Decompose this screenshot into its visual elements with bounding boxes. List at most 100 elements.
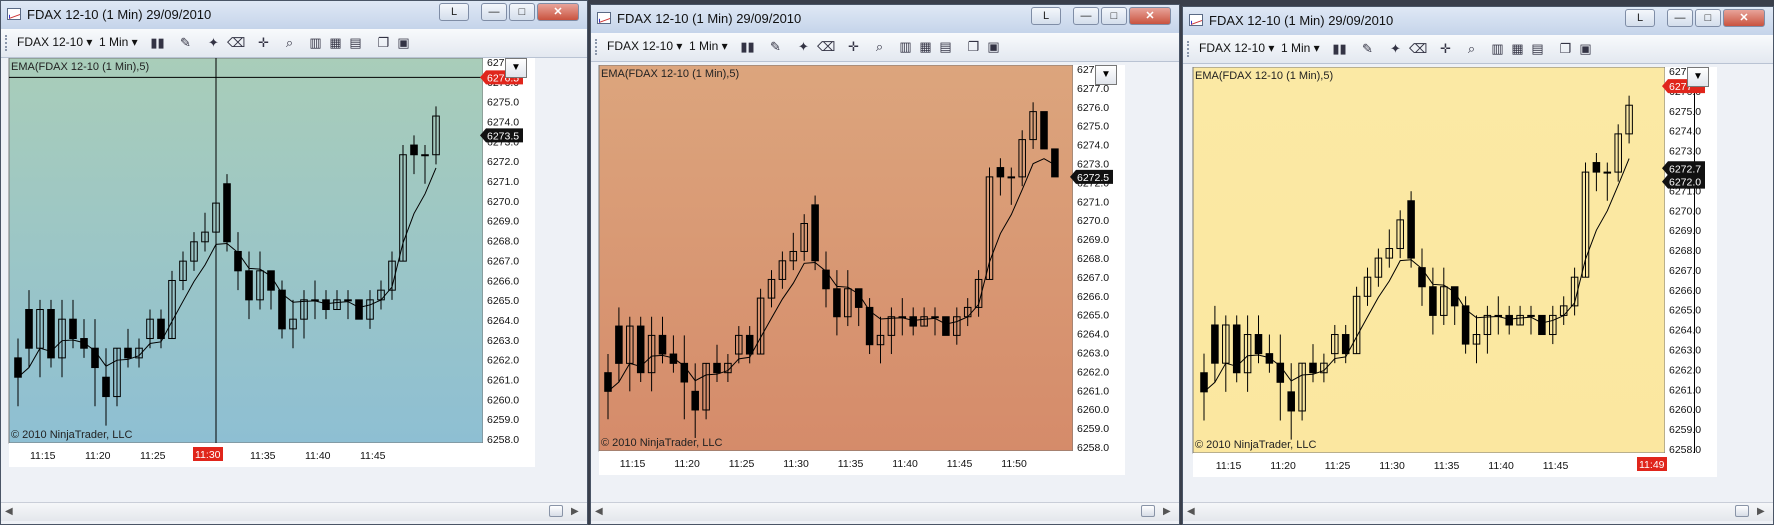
- data-box-icon[interactable]: ▣: [395, 34, 412, 51]
- candle-body: [223, 183, 231, 243]
- candle-body: [157, 318, 165, 340]
- price-chart[interactable]: 62766276.06275.06274.06273.06272.06271.0…: [1, 58, 588, 525]
- candle-body: [245, 270, 253, 301]
- scroll-left-icon[interactable]: ◀: [595, 506, 603, 517]
- interval-selector[interactable]: 1 Min ▾: [689, 39, 728, 53]
- title-bar[interactable]: FDAX 12-10 (1 Min) 29/09/2010 L — □ ✕: [591, 5, 1179, 34]
- crosshair-icon[interactable]: ✛: [1437, 40, 1454, 57]
- candle-body: [604, 372, 612, 392]
- axis-menu-button[interactable]: ▼: [1687, 67, 1709, 87]
- copyright-text: © 2010 NinjaTrader, LLC: [601, 437, 722, 449]
- price-marker-label: 6272.7: [1669, 163, 1701, 175]
- chart-toolbar: FDAX 12-10 ▾ 1 Min ▾ ▮▮ ✎ ✦ ⌫ ✛ ⌕ ▥ ▦ ▤ ❐ ▣: [1, 29, 587, 58]
- minimize-button[interactable]: —: [481, 3, 507, 21]
- data-box-icon[interactable]: ▣: [985, 38, 1002, 55]
- axis-menu-button[interactable]: ▼: [1095, 65, 1117, 85]
- candle-body: [124, 347, 132, 359]
- indicators-icon[interactable]: ▥: [307, 34, 324, 51]
- time-tick-label: 11:30: [1379, 460, 1405, 472]
- interval-selector[interactable]: 1 Min ▾: [99, 35, 138, 49]
- time-tick-label: 11:40: [892, 458, 918, 470]
- price-chart[interactable]: 62786277.06276.06275.06274.06273.06272.0…: [591, 65, 1180, 525]
- lock-button[interactable]: L: [1031, 7, 1061, 25]
- horizontal-scrollbar[interactable]: ◀ ▶: [1, 502, 587, 521]
- horizontal-scrollbar[interactable]: ◀ ▶: [1183, 502, 1773, 521]
- chevron-down-icon: ▾: [1310, 41, 1320, 55]
- zoom-icon[interactable]: ⌕: [871, 38, 888, 55]
- plot-background: [8, 58, 484, 444]
- bar-type-icon[interactable]: ▮▮: [149, 34, 166, 51]
- instrument-selector[interactable]: FDAX 12-10 ▾: [17, 35, 92, 49]
- eraser-icon[interactable]: ⌫: [227, 34, 245, 51]
- close-button[interactable]: ✕: [1129, 7, 1171, 25]
- horizontal-scrollbar[interactable]: ◀ ▶: [591, 502, 1179, 521]
- drawing-tool-icon[interactable]: ✎: [177, 34, 194, 51]
- axis-menu-button[interactable]: ▼: [505, 58, 527, 78]
- price-chart[interactable]: 62786276.06275.06274.06273.06272.06271.0…: [1183, 67, 1774, 525]
- scroll-thumb[interactable]: [1141, 505, 1155, 517]
- close-button[interactable]: ✕: [1723, 9, 1765, 27]
- title-bar[interactable]: FDAX 12-10 (1 Min) 29/09/2010 L — □ ✕: [1183, 7, 1773, 36]
- candle-body: [410, 144, 418, 156]
- crosshair-icon[interactable]: ✛: [255, 34, 272, 51]
- strategies-icon[interactable]: ▦: [1509, 40, 1526, 57]
- copy-icon[interactable]: ❐: [375, 34, 392, 51]
- scroll-left-icon[interactable]: ◀: [1187, 506, 1195, 517]
- zoom-icon[interactable]: ⌕: [281, 34, 298, 51]
- eraser-icon[interactable]: ⌫: [1409, 40, 1427, 57]
- scroll-right-icon[interactable]: ▶: [571, 506, 579, 517]
- scroll-right-icon[interactable]: ▶: [1163, 506, 1171, 517]
- chart-app-icon: [597, 12, 611, 24]
- title-bar[interactable]: FDAX 12-10 (1 Min) 29/09/2010 L — □ ✕: [1, 1, 587, 30]
- price-tick-label: 6264.0: [1077, 329, 1109, 341]
- indicators-icon[interactable]: ▥: [897, 38, 914, 55]
- chevron-down-icon: ▾: [128, 35, 138, 49]
- minimize-button[interactable]: —: [1667, 9, 1693, 27]
- instrument-selector[interactable]: FDAX 12-10 ▾: [607, 39, 682, 53]
- lock-button[interactable]: L: [439, 3, 469, 21]
- copy-icon[interactable]: ❐: [1557, 40, 1574, 57]
- strategies-icon[interactable]: ▦: [327, 34, 344, 51]
- maximize-button[interactable]: □: [1695, 9, 1721, 27]
- price-tick-label: 6262.0: [1669, 364, 1701, 376]
- price-tick-label: 6271.0: [1077, 196, 1109, 208]
- crosshair-icon[interactable]: ✛: [845, 38, 862, 55]
- maximize-button[interactable]: □: [1101, 7, 1127, 25]
- magic-wand-icon[interactable]: ✦: [205, 34, 222, 51]
- maximize-button[interactable]: □: [509, 3, 535, 21]
- interval-selector[interactable]: 1 Min ▾: [1281, 41, 1320, 55]
- candle-body: [344, 299, 352, 302]
- copy-icon[interactable]: ❐: [965, 38, 982, 55]
- close-button[interactable]: ✕: [537, 3, 579, 21]
- indicators-icon[interactable]: ▥: [1489, 40, 1506, 57]
- price-tick-label: 6268.0: [1077, 253, 1109, 265]
- price-tick-label: 6265.0: [487, 295, 519, 307]
- price-tick-label: 6258.0: [1077, 442, 1109, 454]
- magic-wand-icon[interactable]: ✦: [1387, 40, 1404, 57]
- scroll-right-icon[interactable]: ▶: [1757, 506, 1765, 517]
- toolbar-grip[interactable]: [5, 35, 10, 51]
- chart-toolbar: FDAX 12-10 ▾ 1 Min ▾ ▮▮ ✎ ✦ ⌫ ✛ ⌕ ▥ ▦ ▤ ❐ ▣: [591, 33, 1179, 62]
- minimize-button[interactable]: —: [1073, 7, 1099, 25]
- drawing-tool-icon[interactable]: ✎: [1359, 40, 1376, 57]
- instrument-selector[interactable]: FDAX 12-10 ▾: [1199, 41, 1274, 55]
- scroll-thumb[interactable]: [549, 505, 563, 517]
- chart-properties-icon[interactable]: ▤: [1529, 40, 1546, 57]
- magic-wand-icon[interactable]: ✦: [795, 38, 812, 55]
- chart-properties-icon[interactable]: ▤: [937, 38, 954, 55]
- scroll-thumb[interactable]: [1735, 505, 1749, 517]
- data-box-icon[interactable]: ▣: [1577, 40, 1594, 57]
- bar-type-icon[interactable]: ▮▮: [739, 38, 756, 55]
- chart-properties-icon[interactable]: ▤: [347, 34, 364, 51]
- bar-type-icon[interactable]: ▮▮: [1331, 40, 1348, 57]
- zoom-icon[interactable]: ⌕: [1463, 40, 1480, 57]
- scroll-left-icon[interactable]: ◀: [5, 506, 13, 517]
- toolbar-grip[interactable]: [595, 39, 600, 55]
- toolbar-grip[interactable]: [1187, 41, 1192, 57]
- lock-button[interactable]: L: [1625, 9, 1655, 27]
- chart-window-3: FDAX 12-10 (1 Min) 29/09/2010 L — □ ✕ FDAX 12…: [1182, 6, 1774, 525]
- drawing-tool-icon[interactable]: ✎: [767, 38, 784, 55]
- strategies-icon[interactable]: ▦: [917, 38, 934, 55]
- price-tick-label: 6267.0: [1077, 272, 1109, 284]
- eraser-icon[interactable]: ⌫: [817, 38, 835, 55]
